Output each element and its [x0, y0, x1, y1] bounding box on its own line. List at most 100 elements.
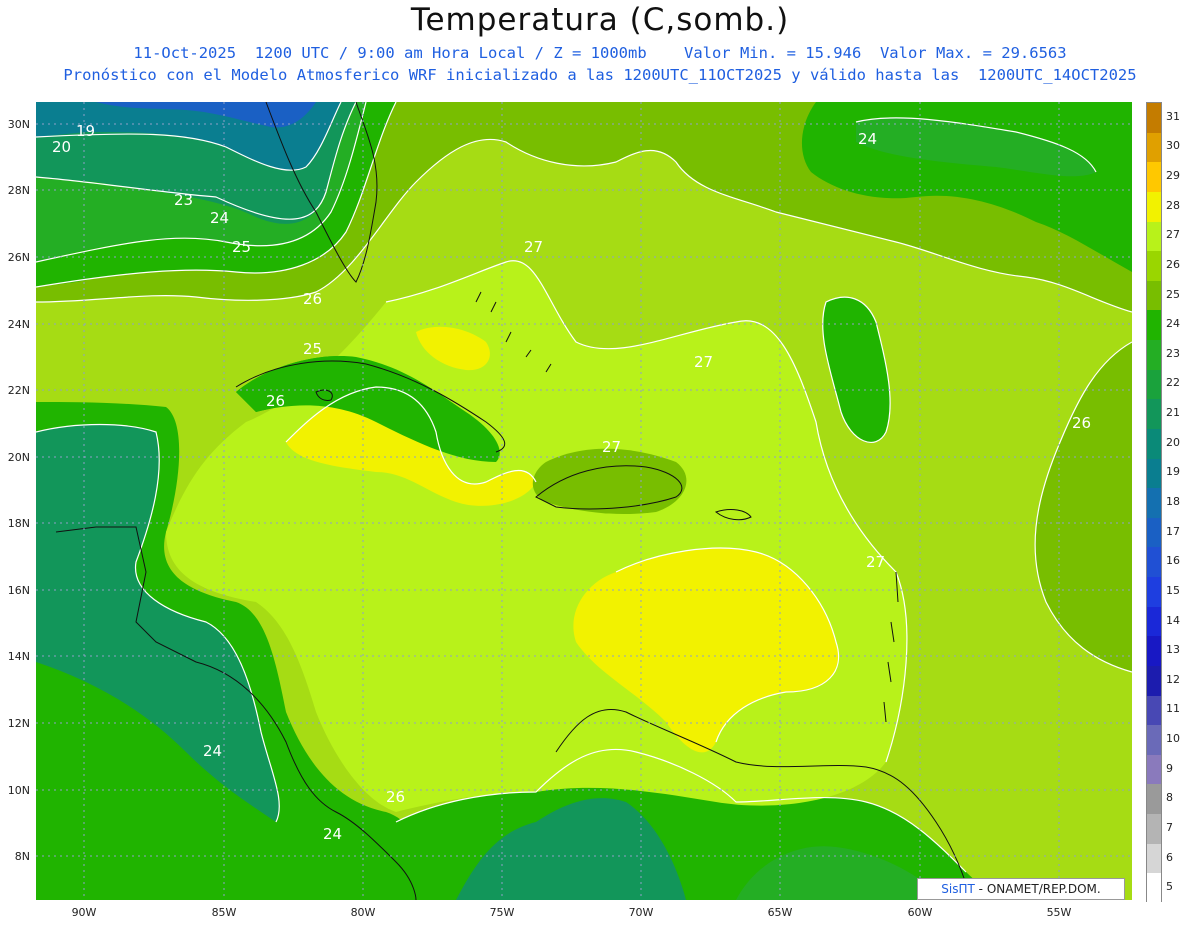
legend-label: 14: [1166, 613, 1180, 627]
contour-label: 26: [386, 788, 405, 806]
legend-label: 20: [1166, 435, 1180, 449]
legend-swatch: [1147, 428, 1161, 460]
lat-label: 20N: [7, 451, 30, 464]
legend-swatch: [1147, 221, 1161, 252]
lon-label: 55W: [1046, 906, 1072, 919]
subtitle-run-info: 11-Oct-2025 1200 UTC / 9:00 am Hora Loca…: [133, 44, 1067, 62]
contour-label: 24: [858, 130, 877, 148]
lon-label: 60W: [907, 906, 933, 919]
lat-label: 28N: [7, 184, 30, 197]
contour-label: 20: [52, 138, 71, 156]
temperature-map: 19 20 23 24 25 26 25 26 27 27 27 26 27 2…: [36, 102, 1132, 900]
contour-label: 27: [866, 553, 885, 571]
lon-label: 65W: [767, 906, 793, 919]
lon-label: 80W: [350, 906, 376, 919]
legend-swatch: [1147, 547, 1161, 578]
legend-swatch: [1147, 754, 1161, 785]
legend-swatch: [1147, 843, 1161, 874]
legend-label: 11: [1166, 702, 1180, 716]
legend-swatch: [1147, 103, 1161, 134]
legend-label: 15: [1166, 583, 1180, 597]
contour-label: 24: [323, 825, 342, 843]
subtitle-forecast-info: Pronóstico con el Modelo Atmosferico WRF…: [63, 66, 1137, 84]
legend-label: 8: [1166, 791, 1173, 805]
legend-swatch: [1147, 606, 1161, 637]
legend-swatch: [1147, 488, 1161, 519]
legend-label: 17: [1166, 524, 1180, 538]
legend-label: 28: [1166, 198, 1180, 212]
lat-label: 26N: [7, 251, 30, 264]
contour-label: 26: [266, 392, 285, 410]
contour-label: 26: [1072, 414, 1091, 432]
contour-label: 27: [602, 438, 621, 456]
lon-label: 75W: [489, 906, 515, 919]
contour-label: 26: [303, 290, 322, 308]
legend-label: 18: [1166, 495, 1180, 508]
legend-swatch: [1147, 340, 1161, 371]
legend-label: 5: [1166, 880, 1173, 894]
legend-label: 25: [1166, 287, 1180, 301]
legend-swatch: [1147, 132, 1161, 163]
legend-label: 27: [1166, 228, 1180, 242]
legend-swatch: [1147, 310, 1161, 341]
credit-text: - ONAMET/REP.DOM.: [978, 882, 1101, 896]
legend-label: 26: [1166, 257, 1180, 271]
legend-label: 30: [1166, 139, 1180, 153]
legend-label: 31: [1166, 109, 1180, 123]
color-scale-legend: [1146, 102, 1162, 904]
lat-label: 12N: [7, 717, 30, 730]
legend-swatch: [1147, 399, 1161, 430]
map-canvas: 19 20 23 24 25 26 25 26 27 27 27 26 27 2…: [36, 102, 1132, 900]
legend-swatch: [1147, 280, 1161, 311]
lat-label: 10N: [7, 784, 30, 797]
legend-swatch: [1147, 191, 1161, 222]
contour-label: 23: [174, 191, 193, 209]
contour-label: 27: [524, 238, 543, 256]
legend-swatch: [1147, 873, 1161, 904]
legend-label: 16: [1166, 554, 1180, 568]
legend-label: 24: [1166, 317, 1180, 331]
legend-swatch: [1147, 162, 1161, 193]
lat-label: 16N: [7, 584, 30, 597]
map-title: Temperatura (C,somb.): [410, 2, 790, 38]
legend-swatch: [1147, 665, 1161, 697]
legend-label: 19: [1166, 465, 1180, 479]
lat-label: 8N: [14, 850, 30, 863]
legend-swatch: [1147, 458, 1161, 489]
legend-label: 7: [1166, 820, 1173, 834]
legend-swatch: [1147, 784, 1161, 815]
legend-swatch: [1147, 695, 1161, 726]
legend-swatch: [1147, 369, 1161, 400]
contour-label: 24: [210, 209, 229, 227]
sispi-logo: SisПT: [941, 882, 975, 896]
lat-label: 22N: [7, 384, 30, 397]
credit-box: SisПT - ONAMET/REP.DOM.: [917, 878, 1125, 900]
legend-label: 9: [1166, 761, 1173, 775]
legend-label: 10: [1166, 732, 1180, 746]
legend-swatch: [1147, 517, 1161, 548]
legend-swatch: [1147, 725, 1161, 756]
field-hispaniola-26-top: [532, 448, 687, 514]
legend-label: 22: [1166, 376, 1180, 390]
contour-label: 25: [303, 340, 322, 358]
legend-swatch: [1147, 251, 1161, 282]
legend-label: 21: [1166, 406, 1180, 420]
contour-label: 24: [203, 742, 222, 760]
contour-label: 25: [232, 238, 251, 256]
lat-label: 18N: [7, 517, 30, 530]
lon-label: 90W: [71, 906, 97, 919]
lat-label: 14N: [7, 650, 30, 663]
legend-swatch: [1147, 814, 1161, 845]
lat-label: 30N: [7, 118, 30, 131]
lat-label: 24N: [7, 318, 30, 331]
contour-label: 19: [76, 122, 95, 140]
lon-label: 70W: [628, 906, 654, 919]
lon-label: 85W: [211, 906, 237, 919]
legend-label: 23: [1166, 346, 1180, 360]
legend-swatch: [1147, 577, 1161, 608]
legend-label: 13: [1166, 643, 1180, 657]
contour-label: 27: [694, 353, 713, 371]
legend-label: 6: [1166, 850, 1173, 864]
legend-label: 29: [1166, 169, 1180, 183]
legend-label: 12: [1166, 672, 1180, 686]
